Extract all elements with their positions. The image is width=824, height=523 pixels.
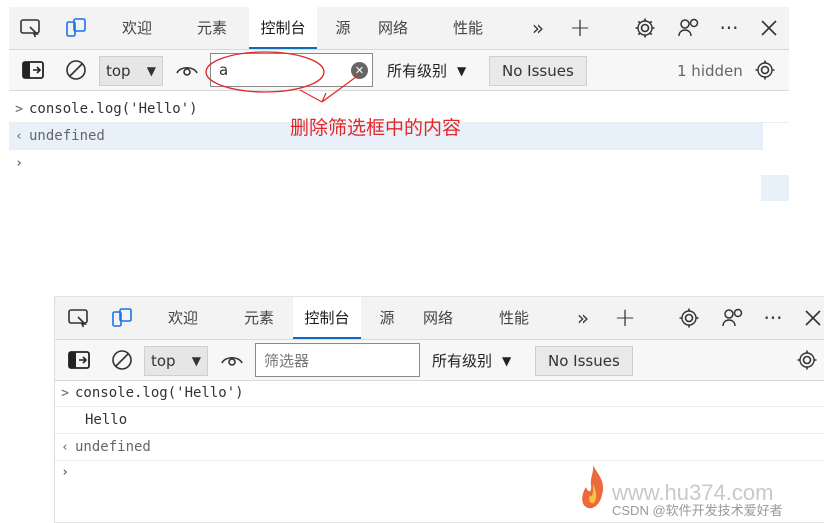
tab-bar: 欢迎 元素 控制台 源 网络 性能 » + ··· — [55, 297, 824, 340]
inspect-icon[interactable] — [67, 307, 91, 329]
filter-placeholder: 筛选器 — [264, 351, 310, 370]
tab-welcome[interactable]: 欢迎 — [155, 297, 211, 339]
issues-button[interactable]: No Issues — [535, 346, 633, 376]
close-icon[interactable] — [801, 306, 824, 330]
watermark-csdn: CSDN @软件开发技术爱好者 — [612, 503, 783, 518]
tab-console[interactable]: 控制台 — [293, 297, 361, 339]
settings-gear-icon[interactable] — [677, 306, 701, 330]
console-log-text: Hello — [85, 412, 128, 428]
annotation-text: 删除筛选框中的内容 — [290, 117, 462, 139]
flame-logo-icon — [578, 463, 608, 513]
more-options-icon[interactable]: ··· — [761, 306, 785, 330]
tab-sources[interactable]: 源 — [371, 297, 403, 339]
console-settings-gear-icon[interactable] — [795, 348, 819, 372]
annotation-arrow — [321, 73, 361, 103]
filter-highlight-ellipse — [205, 51, 325, 93]
annotation-arrow-tail — [299, 89, 323, 103]
tab-network[interactable]: 网络 — [416, 297, 460, 339]
console-input-text: console.log('Hello') — [75, 385, 244, 401]
console-result-row: ‹ undefined — [55, 434, 824, 461]
tab-performance[interactable]: 性能 — [492, 297, 536, 339]
device-emulation-icon[interactable] — [110, 307, 134, 329]
clear-console-icon[interactable] — [110, 348, 134, 372]
prompt-chevron-icon: › — [61, 464, 69, 480]
context-selector[interactable]: top ▼ — [144, 346, 208, 376]
return-arrow-icon: ‹ — [61, 439, 69, 455]
console-log-row: Hello — [55, 407, 824, 434]
levels-label: 所有级别 — [432, 352, 493, 370]
more-tabs-icon[interactable]: » — [572, 306, 594, 330]
log-levels-dropdown[interactable]: 所有级别 ▼ — [432, 350, 511, 371]
chevron-right-icon: > — [61, 385, 69, 401]
live-expression-eye-icon[interactable] — [219, 349, 245, 371]
filter-input[interactable]: 筛选器 — [255, 343, 420, 377]
console-result-text: undefined — [75, 439, 151, 455]
chevron-down-icon: ▼ — [502, 353, 512, 368]
sidebar-toggle-icon[interactable] — [67, 349, 91, 371]
add-tab-icon[interactable]: + — [612, 303, 638, 333]
chevron-down-icon: ▼ — [191, 354, 201, 368]
context-label: top — [151, 352, 176, 370]
console-toolbar: top ▼ 筛选器 所有级别 ▼ No Issues — [55, 340, 824, 381]
console-input-row: > console.log('Hello') — [55, 380, 824, 407]
tab-elements[interactable]: 元素 — [231, 297, 287, 339]
feedback-icon[interactable] — [721, 306, 745, 330]
